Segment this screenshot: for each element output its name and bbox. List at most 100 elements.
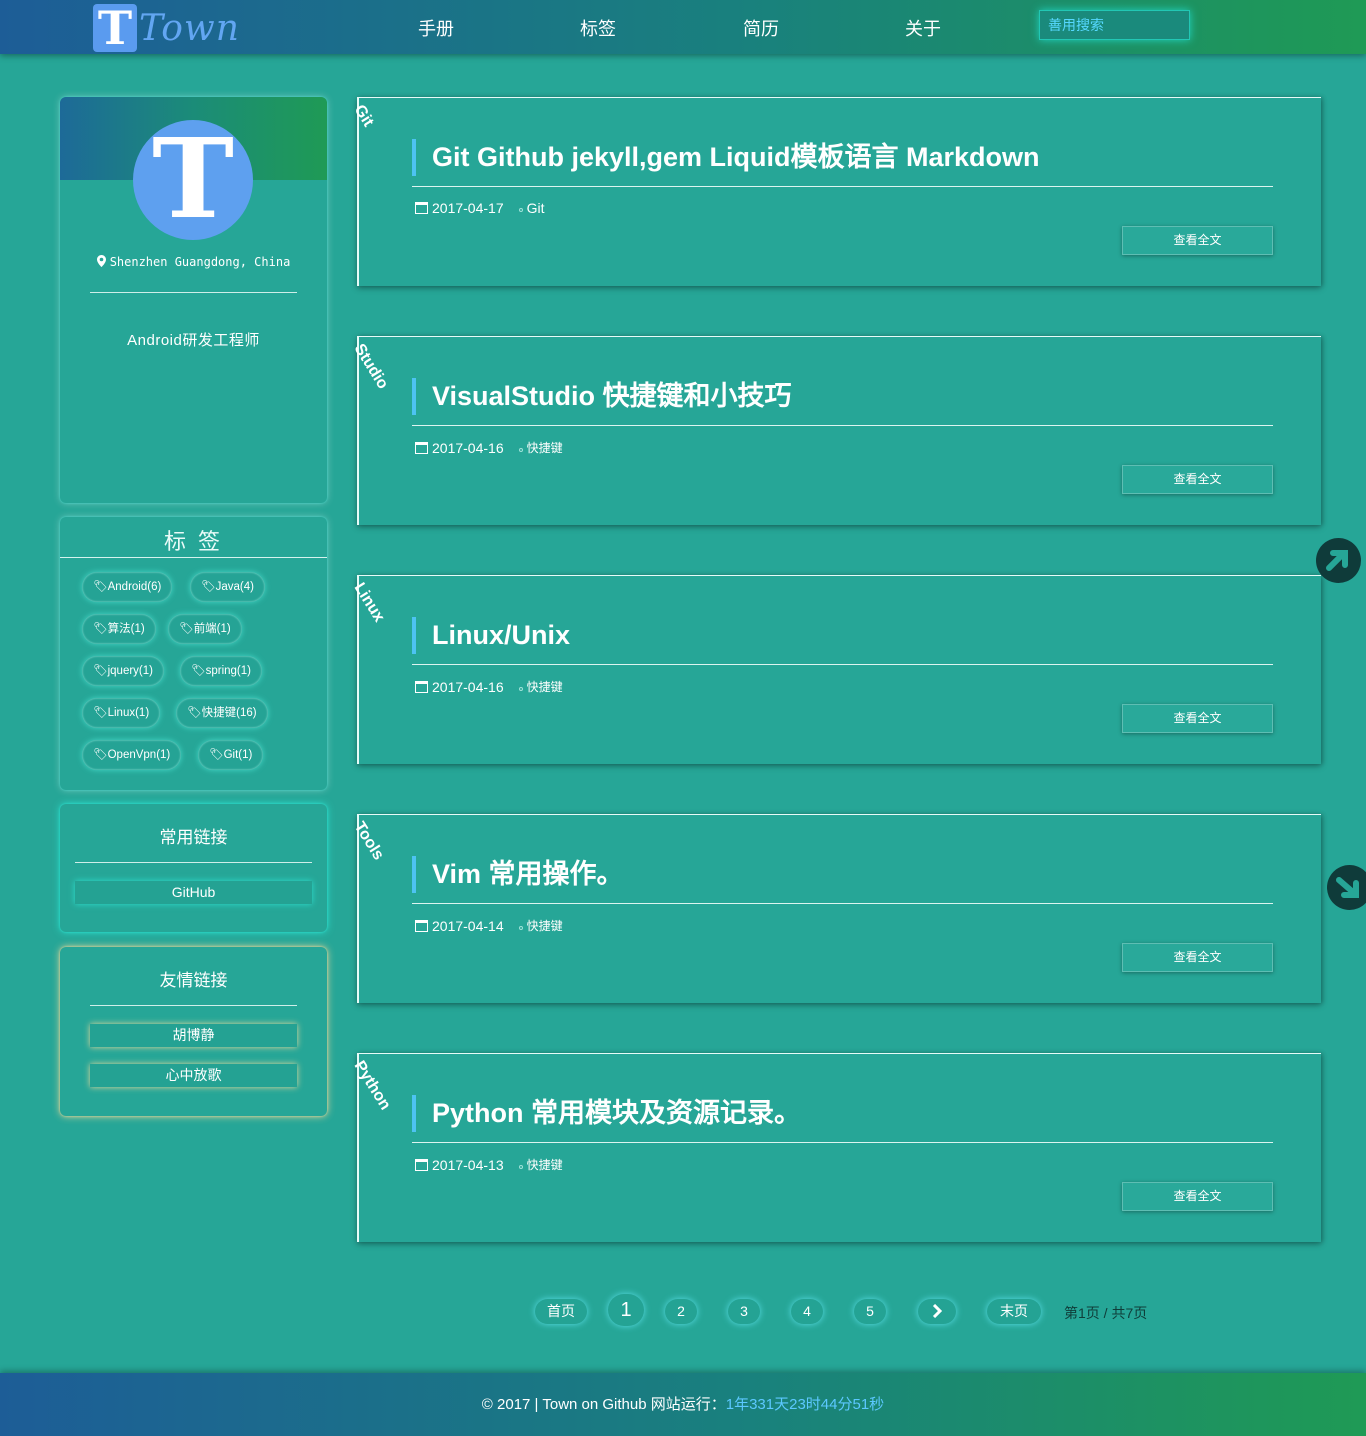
nav-item-resume[interactable]: 简历 [743,15,779,41]
scroll-arrow-button[interactable] [1316,538,1361,583]
pagination-next[interactable] [918,1299,956,1324]
footer-text: © 2017 | Town on Github 网站运行： [481,1396,726,1413]
tag-item[interactable]: 🏷前端(1) [168,614,242,644]
read-more-button[interactable]: 查看全文 [1122,226,1273,255]
post-tag[interactable]: 快捷键 [527,917,563,934]
tag-item[interactable]: 🏷Linux(1) [82,698,161,728]
post-title[interactable]: Git Github jekyll,gem Liquid模板语言 Markdow… [412,139,1040,176]
post-category[interactable]: Python [350,1058,394,1114]
calendar-icon [415,919,428,932]
post-category[interactable]: Git [350,102,377,130]
divider [60,557,327,558]
job-title: Android研发工程师 [127,332,260,349]
post-tag[interactable]: Git [527,200,545,216]
tag-dot-icon [518,208,523,212]
pagination-first[interactable]: 首页 [535,1299,587,1324]
github-link[interactable]: GitHub [75,881,312,904]
post-meta: 2017-04-14 快捷键 [415,917,563,934]
profile-card: T Shenzhen Guangdong, China Android研发工程师 [60,97,327,503]
post-category[interactable]: Linux [350,580,388,626]
post-title[interactable]: Vim 常用操作。 [412,856,624,893]
tag-label: Git(1) [223,749,253,761]
read-more-button[interactable]: 查看全文 [1122,943,1273,972]
post-category[interactable]: Tools [350,819,387,864]
tag-icon: 🏷 [93,707,108,719]
tag-item[interactable]: 🏷算法(1) [82,614,156,644]
friend-links-title: 友情链接 [159,971,228,990]
post-title[interactable]: Python 常用模块及资源记录。 [412,1095,801,1132]
tag-icon: 🏷 [93,623,108,635]
post-title[interactable]: Linux/Unix [412,617,570,654]
tag-item[interactable]: 🏷OpenVpn(1) [82,740,182,770]
arrow-down-right-icon [1336,877,1359,898]
tag-icon: 🏷 [187,707,202,719]
tag-label: 快捷键(16) [201,707,257,719]
arrow-up-right-icon [1326,550,1348,571]
tags-title: 标 签 [163,529,224,554]
post-date: 2017-04-14 [432,917,504,934]
post-tag[interactable]: 快捷键 [527,678,563,695]
tag-item[interactable]: 🏷快捷键(16) [176,698,268,728]
pagination-page[interactable]: 5 [854,1299,886,1324]
post-tag[interactable]: 快捷键 [527,1156,563,1173]
footer: © 2017 | Town on Github 网站运行：1年331天23时44… [0,1373,1366,1436]
pagination-page-current[interactable]: 1 [608,1294,644,1326]
pagination-page[interactable]: 4 [791,1299,823,1324]
tag-item[interactable]: 🏷Android(6) [82,572,173,602]
post-meta: 2017-04-13 快捷键 [415,1156,563,1173]
tag-label: OpenVpn(1) [107,749,171,761]
tag-label: Linux(1) [107,707,150,719]
scroll-arrow-button[interactable] [1327,865,1366,910]
tag-icon: 🏷 [93,665,108,677]
post-card: Tools Vim 常用操作。 2017-04-14 快捷键 查看全文 [351,814,1321,1003]
tag-label: 算法(1) [107,623,145,635]
post-meta: 2017-04-16 快捷键 [415,439,563,456]
post-meta: 2017-04-17 Git [415,200,545,216]
tag-dot-icon [518,925,523,930]
tag-dot-icon [518,686,523,691]
pagination-page[interactable]: 2 [665,1299,697,1324]
post-date: 2017-04-16 [432,678,504,695]
search-input[interactable] [1039,10,1190,40]
post-category[interactable]: Studio [350,341,392,393]
divider [412,664,1273,665]
calendar-icon [415,680,428,693]
read-more-button[interactable]: 查看全文 [1122,1182,1273,1211]
friend-link[interactable]: 胡博静 [90,1024,297,1047]
logo-text: Town [139,7,240,49]
post-card: Studio VisualStudio 快捷键和小技巧 2017-04-16 快… [351,336,1321,525]
tag-label: 前端(1) [193,623,231,635]
tag-item[interactable]: 🏷Java(4) [190,572,265,602]
tag-item[interactable]: 🏷Git(1) [198,740,264,770]
site-logo[interactable]: T Town [93,4,240,52]
tag-dot-icon [518,1164,523,1169]
tag-icon: 🏷 [179,623,194,635]
post-tag[interactable]: 快捷键 [527,439,563,456]
tags-card: 标 签 🏷Android(6) 🏷Java(4) 🏷算法(1) 🏷前端(1) 🏷… [60,517,327,790]
divider [90,1005,297,1006]
post-card: Git Git Github jekyll,gem Liquid模板语言 Mar… [351,97,1321,286]
avatar: T [133,120,253,240]
tag-label: Android(6) [107,581,162,593]
tag-item[interactable]: 🏷spring(1) [180,656,262,686]
nav-item-manual[interactable]: 手册 [418,15,454,41]
pagination-page[interactable]: 3 [728,1299,760,1324]
common-links-title: 常用链接 [159,828,228,847]
friend-link[interactable]: 心中放歌 [90,1064,297,1087]
pagination-last[interactable]: 末页 [987,1299,1041,1324]
read-more-button[interactable]: 查看全文 [1122,704,1273,733]
post-title[interactable]: VisualStudio 快捷键和小技巧 [412,378,792,415]
tag-label: spring(1) [205,665,251,677]
pagination-info: 第1页 / 共7页 [1064,1305,1148,1321]
calendar-icon [415,441,428,454]
site-runtime: 1年331天23时44分51秒 [725,1396,885,1413]
post-card: Linux Linux/Unix 2017-04-16 快捷键 查看全文 [351,575,1321,764]
nav-item-tags[interactable]: 标签 [580,15,616,41]
post-date: 2017-04-13 [432,1156,504,1173]
read-more-button[interactable]: 查看全文 [1122,465,1273,494]
nav-item-about[interactable]: 关于 [905,15,941,41]
calendar-icon [415,202,428,214]
tag-icon: 🏷 [201,581,216,593]
divider [412,903,1273,904]
tag-item[interactable]: 🏷jquery(1) [82,656,164,686]
